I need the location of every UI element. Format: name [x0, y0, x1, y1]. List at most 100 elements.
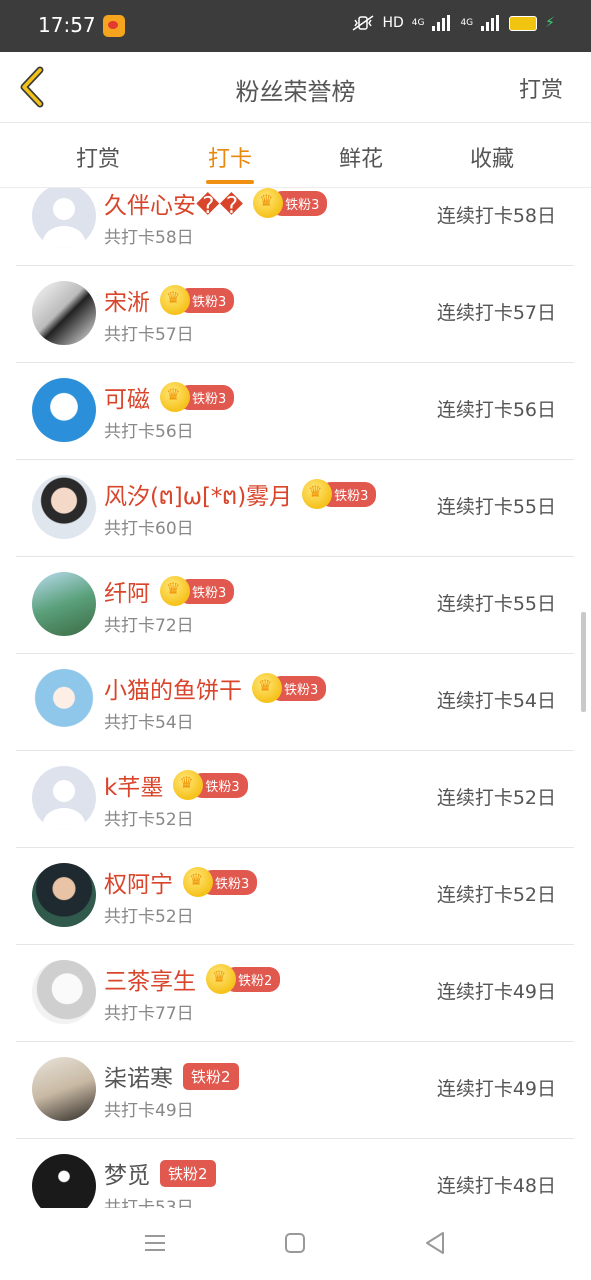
total-checkins: 共打卡72日 [104, 616, 194, 636]
total-checkins: 共打卡52日 [104, 810, 194, 830]
checkin-streak: 连续打卡48日 [436, 1175, 556, 1197]
network-gen-1: 4G [411, 18, 425, 28]
user-name: 宋淅 [104, 290, 150, 316]
system-nav-bar [0, 1208, 591, 1280]
list-item[interactable]: 宋淅 铁粉3 共打卡57日 连续打卡57日 [16, 265, 574, 363]
avatar [32, 1057, 96, 1121]
crown-icon [252, 673, 282, 703]
fan-list: 久伴心安�� 铁粉3 共打卡58日 连续打卡58日 宋淅 铁粉3 共打卡57日 … [0, 188, 591, 1208]
user-name: k芊墨 [104, 775, 164, 801]
vibrate-icon [353, 15, 374, 31]
fan-level-badge: 铁粉3 [252, 673, 327, 703]
user-name: 梦觅 [104, 1163, 150, 1189]
list-item[interactable]: 久伴心安�� 铁粉3 共打卡58日 连续打卡58日 [16, 188, 574, 266]
checkin-streak: 连续打卡52日 [436, 787, 556, 809]
avatar [32, 572, 96, 636]
fan-level-badge: 铁粉3 [160, 285, 235, 315]
crown-icon [160, 576, 190, 606]
avatar [32, 863, 96, 927]
crown-icon [183, 867, 213, 897]
fan-level-badge: 铁粉2 [206, 964, 281, 994]
avatar [32, 960, 96, 1024]
status-time: 17:57 [38, 13, 96, 37]
fan-level-badge: 铁粉3 [253, 188, 328, 218]
checkin-streak: 连续打卡49日 [436, 1078, 556, 1100]
list-item[interactable]: 梦觅 铁粉2 共打卡53日 连续打卡48日 [16, 1138, 574, 1208]
fan-level-badge: 铁粉3 [302, 479, 377, 509]
fan-level-badge: 铁粉3 [183, 867, 258, 897]
total-checkins: 共打卡77日 [104, 1004, 194, 1024]
total-checkins: 共打卡57日 [104, 325, 194, 345]
back-icon[interactable] [422, 1230, 448, 1256]
checkin-streak: 连续打卡56日 [436, 399, 556, 421]
total-checkins: 共打卡54日 [104, 713, 194, 733]
reward-button[interactable]: 打赏 [519, 72, 563, 104]
tab-flowers[interactable]: 鲜花 [311, 141, 411, 173]
avatar [32, 475, 96, 539]
crown-icon [206, 964, 236, 994]
total-checkins: 共打卡53日 [104, 1198, 194, 1208]
fan-level-badge: 铁粉2 [183, 1062, 239, 1090]
total-checkins: 共打卡49日 [104, 1101, 194, 1121]
fan-level-badge: 铁粉2 [160, 1159, 216, 1187]
weibo-app-icon [103, 15, 125, 37]
hd-label: HD [382, 15, 404, 31]
crown-icon [253, 188, 284, 218]
menu-icon[interactable] [142, 1230, 168, 1256]
list-item[interactable]: 可磁 铁粉3 共打卡56日 连续打卡56日 [16, 362, 574, 460]
user-name: 三茶享生 [104, 969, 196, 995]
user-name: 可磁 [104, 387, 150, 413]
total-checkins: 共打卡58日 [104, 228, 194, 248]
tab-favorites[interactable]: 收藏 [442, 141, 542, 173]
fan-level-badge: 铁粉3 [160, 576, 235, 606]
user-name: 权阿宁 [104, 872, 173, 898]
page-header: 粉丝荣誉榜 打赏 [0, 52, 591, 123]
tab-bar: 打赏 打卡 鲜花 收藏 [0, 123, 591, 188]
checkin-streak: 连续打卡49日 [436, 981, 556, 1003]
network-gen-2: 4G [460, 18, 474, 28]
checkin-streak: 连续打卡55日 [436, 496, 556, 518]
status-bar: 17:57 HD 4G 4G ⚡ [0, 0, 591, 52]
avatar [32, 669, 96, 733]
checkin-streak: 连续打卡57日 [436, 302, 556, 324]
crown-icon [160, 285, 190, 315]
user-name: 久伴心安�� [104, 193, 244, 219]
signal-icon-2 [481, 15, 501, 31]
avatar [32, 766, 96, 830]
active-tab-indicator [206, 180, 254, 184]
crown-icon [160, 382, 190, 412]
list-item[interactable]: 柒诺寒 铁粉2 共打卡49日 连续打卡49日 [16, 1041, 574, 1139]
tab-reward[interactable]: 打赏 [48, 141, 148, 173]
user-name: 风汐(ຕ]ω[*ຕ)雾月 [104, 484, 293, 510]
list-item[interactable]: 三茶享生 铁粉2 共打卡77日 连续打卡49日 [16, 944, 574, 1042]
crown-icon [302, 479, 333, 509]
total-checkins: 共打卡60日 [104, 519, 194, 539]
home-icon[interactable] [282, 1230, 308, 1256]
charging-icon: ⚡ [545, 15, 555, 31]
scrollbar[interactable] [581, 612, 586, 712]
avatar [32, 281, 96, 345]
page-title: 粉丝荣誉榜 [235, 78, 356, 106]
user-name: 纤阿 [104, 581, 150, 607]
fan-level-badge: 铁粉3 [173, 770, 248, 800]
list-item[interactable]: 小猫的鱼饼干 铁粉3 共打卡54日 连续打卡54日 [16, 653, 574, 751]
user-name: 柒诺寒 [104, 1066, 173, 1092]
user-name: 小猫的鱼饼干 [104, 678, 242, 704]
battery-icon [509, 15, 538, 31]
tab-checkin[interactable]: 打卡 [180, 141, 280, 173]
total-checkins: 共打卡56日 [104, 422, 194, 442]
total-checkins: 共打卡52日 [104, 907, 194, 927]
list-item[interactable]: k芊墨 铁粉3 共打卡52日 连续打卡52日 [16, 750, 574, 848]
list-item[interactable]: 纤阿 铁粉3 共打卡72日 连续打卡55日 [16, 556, 574, 654]
list-item[interactable]: 权阿宁 铁粉3 共打卡52日 连续打卡52日 [16, 847, 574, 945]
avatar [32, 378, 96, 442]
avatar [32, 1154, 96, 1208]
signal-icon-1 [432, 15, 452, 31]
checkin-streak: 连续打卡58日 [436, 205, 556, 227]
list-item[interactable]: 风汐(ຕ]ω[*ຕ)雾月 铁粉3 共打卡60日 连续打卡55日 [16, 459, 574, 557]
checkin-streak: 连续打卡54日 [436, 690, 556, 712]
checkin-streak: 连续打卡52日 [436, 884, 556, 906]
fan-level-badge: 铁粉3 [160, 382, 235, 412]
checkin-streak: 连续打卡55日 [436, 593, 556, 615]
avatar [32, 188, 96, 248]
